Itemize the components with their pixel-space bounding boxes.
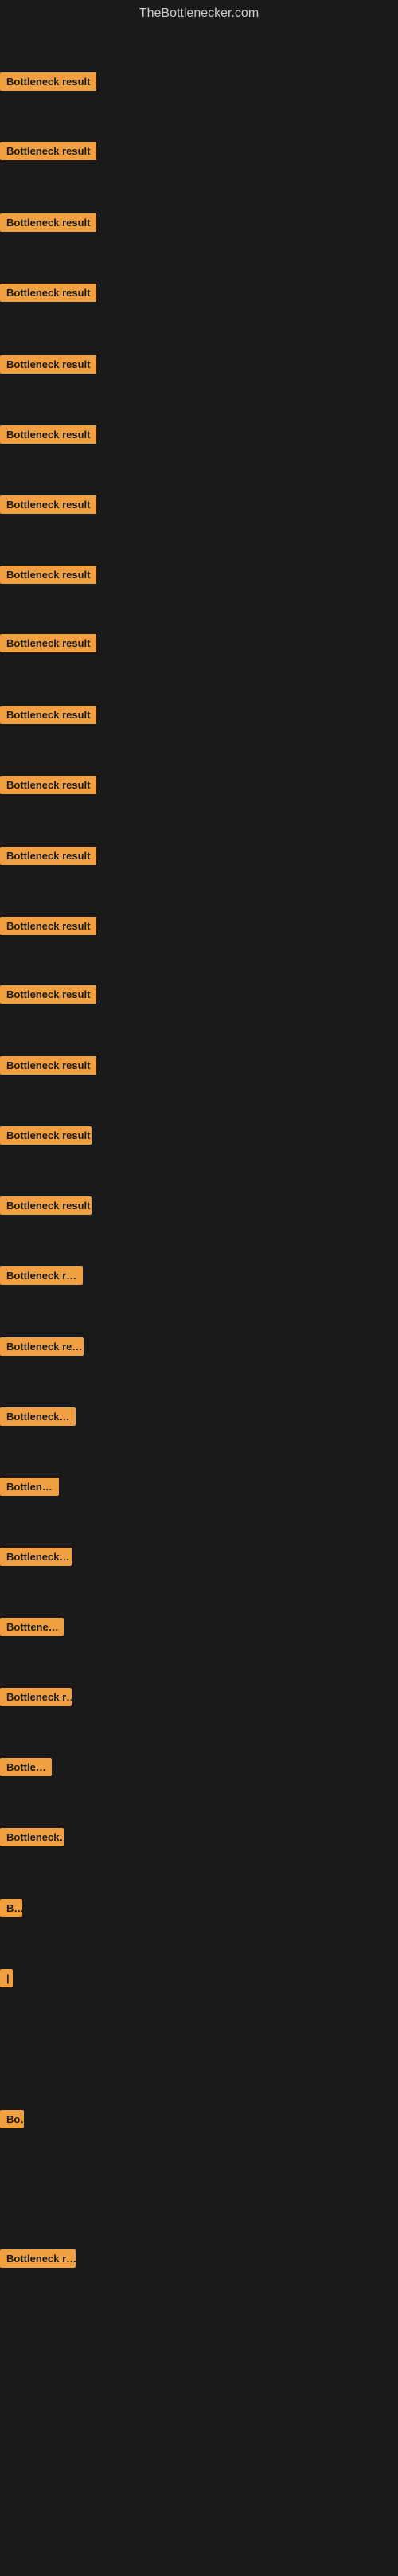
bottleneck-result-item[interactable]: Bottleneck… — [0, 1407, 76, 1430]
bottleneck-badge: Bottleneck result — [0, 495, 96, 514]
bottleneck-result-item[interactable]: Bottleneck result — [0, 425, 96, 448]
bottleneck-result-item[interactable]: Bottleneck result — [0, 917, 96, 939]
bottleneck-badge: Bottleneck result — [0, 985, 96, 1004]
bottleneck-badge: Bottleneck result — [0, 284, 96, 302]
bottleneck-badge: Bottleneck result — [0, 706, 96, 724]
bottleneck-result-item[interactable]: Bottleneck result — [0, 355, 96, 378]
bottleneck-result-item[interactable]: Bottleneck result — [0, 142, 96, 164]
site-title: TheBottlenecker.com — [0, 0, 398, 27]
bottleneck-badge: | — [0, 1969, 13, 1987]
bottleneck-result-item[interactable]: Bottleneck re… — [0, 1337, 84, 1360]
bottleneck-result-item[interactable]: Bottleneck result — [0, 1196, 92, 1219]
bottleneck-result-item[interactable]: Bottle… — [0, 1758, 52, 1780]
bottleneck-badge: Botttene… — [0, 1618, 64, 1636]
bottleneck-badge: Bottleneck result — [0, 566, 96, 584]
bottleneck-badge: Bottle… — [0, 1758, 52, 1776]
bottleneck-badge: Bottleneck result — [0, 1196, 92, 1215]
bottleneck-result-item[interactable]: Bottleneck… — [0, 1548, 72, 1570]
bottleneck-badge: B… — [0, 1899, 22, 1917]
bottleneck-badge: Bottleneck result — [0, 213, 96, 232]
bottleneck-badge: Bottlen… — [0, 1478, 59, 1496]
bottleneck-result-item[interactable]: | — [0, 1969, 13, 1991]
bottleneck-badge: Bottleneck result — [0, 776, 96, 794]
bottleneck-badge: Bottleneck result — [0, 1056, 96, 1075]
bottleneck-badge: Bottleneck result — [0, 142, 96, 160]
bottleneck-result-item[interactable]: Bottleneck result — [0, 284, 96, 306]
bottleneck-result-item[interactable]: Bottleneck r… — [0, 2249, 76, 2272]
bottleneck-result-item[interactable]: Bo… — [0, 2110, 24, 2132]
bottleneck-badge: Bottleneck result — [0, 917, 96, 935]
bottleneck-result-item[interactable]: Botttene… — [0, 1618, 64, 1640]
bottleneck-badge: Bo… — [0, 2110, 24, 2128]
bottleneck-result-item[interactable]: Bottleneck result — [0, 847, 96, 869]
bottleneck-result-item[interactable]: Bottleneck result — [0, 776, 96, 798]
bottleneck-badge: Bottleneck result — [0, 1126, 92, 1145]
bottleneck-badge: Bottleneck result — [0, 425, 96, 444]
bottleneck-result-item[interactable]: Bottleneck result — [0, 985, 96, 1008]
bottleneck-result-item[interactable]: Bottleneck result — [0, 213, 96, 236]
bottleneck-result-item[interactable]: B… — [0, 1899, 22, 1921]
bottleneck-result-item[interactable]: Bottleneck result — [0, 566, 96, 588]
bottleneck-result-item[interactable]: Bottleneck result — [0, 495, 96, 518]
bottleneck-result-item[interactable]: Bottleneck r… — [0, 1266, 83, 1289]
bottleneck-badge: Bottleneck r… — [0, 1266, 83, 1285]
bottleneck-badge: Bottleneck r… — [0, 2249, 76, 2268]
bottleneck-badge: Bottleneck… — [0, 1548, 72, 1566]
bottleneck-badge: Bottleneck… — [0, 1828, 64, 1846]
bottleneck-badge: Bottleneck result — [0, 355, 96, 374]
bottleneck-badge: Bottleneck r… — [0, 1688, 72, 1706]
bottleneck-result-item[interactable]: Bottleneck… — [0, 1828, 64, 1850]
bottleneck-result-item[interactable]: Bottleneck result — [0, 1126, 92, 1149]
bottleneck-badge: Bottleneck result — [0, 72, 96, 91]
bottleneck-result-item[interactable]: Bottleneck result — [0, 1056, 96, 1079]
bottleneck-badge: Bottleneck result — [0, 634, 96, 652]
bottleneck-result-item[interactable]: Bottleneck result — [0, 72, 96, 95]
bottleneck-badge: Bottleneck re… — [0, 1337, 84, 1356]
bottleneck-result-item[interactable]: Bottleneck result — [0, 634, 96, 656]
bottleneck-result-item[interactable]: Bottlen… — [0, 1478, 59, 1500]
bottleneck-badge: Bottleneck… — [0, 1407, 76, 1426]
bottleneck-result-item[interactable]: Bottleneck r… — [0, 1688, 72, 1710]
bottleneck-result-item[interactable]: Bottleneck result — [0, 706, 96, 728]
bottleneck-badge: Bottleneck result — [0, 847, 96, 865]
